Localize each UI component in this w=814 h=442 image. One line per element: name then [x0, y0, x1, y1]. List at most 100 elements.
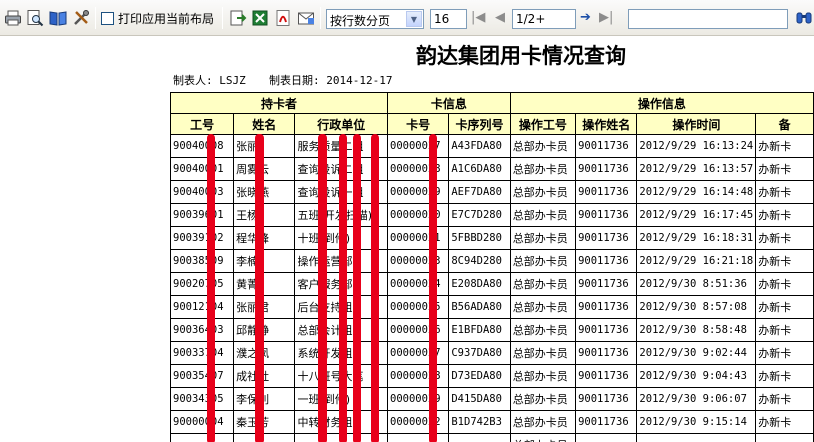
email-button[interactable]	[296, 8, 316, 28]
table-cell: 00000024	[387, 272, 450, 296]
table-cell: 办新卡	[755, 226, 814, 250]
print-layout-checkbox[interactable]	[101, 12, 114, 25]
table-cell: 2012/9/30 8:57:08	[636, 295, 757, 319]
table-cell: 总部办卡员	[509, 203, 577, 227]
table-cell	[387, 433, 450, 442]
table-cell: 90011736	[575, 341, 638, 365]
book-button[interactable]	[48, 8, 68, 28]
table-cell: 90040001	[169, 157, 235, 181]
report-title: 韵达集团用卡情况查询	[416, 44, 626, 68]
table-cell: 濮之凤	[233, 341, 296, 365]
table-cell: 90035407	[169, 364, 235, 388]
table-cell: 2012/9/29 16:13:24	[636, 134, 757, 158]
table-cell: 总部办卡员	[509, 410, 577, 434]
print-button[interactable]	[3, 8, 23, 28]
find-button[interactable]	[794, 8, 814, 28]
table-cell: E1BFDA80	[448, 318, 511, 342]
settings-button[interactable]	[71, 8, 91, 28]
table-cell: 90040003	[169, 180, 235, 204]
table-cell: E7C7D280	[448, 203, 511, 227]
table-cell: D73EDA80	[448, 364, 511, 388]
table-cell: 总部办卡员	[509, 433, 577, 442]
table-cell: 办新卡	[755, 203, 814, 227]
table-cell: 黄菁	[233, 272, 296, 296]
table-cell: B1D742B3	[448, 410, 511, 434]
col-operator-id: 操作工号	[509, 113, 577, 135]
table-row: 90012104张丽君后台支持组00000025B56ADA80总部办卡员900…	[169, 295, 814, 319]
rows-per-page-input[interactable]: 16	[430, 9, 467, 29]
excel-export-button[interactable]	[250, 8, 270, 28]
date-label: 制表日期:	[269, 74, 320, 87]
table-cell: 总部办卡员	[509, 341, 577, 365]
report-meta: 制表人: LSJZ 制表日期: 2014-12-17	[173, 72, 392, 88]
group-header-holder: 持卡者	[169, 92, 389, 114]
table-row: 90040001 周雾云 查询投诉二组 00000028 A1C6DA80 总部办卡员 90…	[169, 157, 814, 181]
paging-mode-select[interactable]: 按行数分页 ▼	[326, 9, 424, 29]
table-cell	[755, 433, 814, 442]
table-cell: 00000021	[387, 226, 450, 250]
table-cell: 办新卡	[755, 249, 814, 273]
table-cell: 成社社	[233, 364, 296, 388]
next-page-icon[interactable]: ➔	[580, 10, 591, 25]
table-cell: 周雾云	[233, 157, 296, 181]
last-page-icon[interactable]: ▶|	[599, 10, 613, 25]
table-cell	[169, 433, 235, 442]
table-cell: 2012/9/30 9:06:07	[636, 387, 757, 411]
table-cell: 2012/9/30 9:02:44	[636, 341, 757, 365]
table-cell: 2012/9/30 9:04:43	[636, 364, 757, 388]
print-preview-icon	[25, 8, 45, 28]
pdf-export-button[interactable]	[273, 8, 293, 28]
table-cell: 办新卡	[755, 410, 814, 434]
toolbar-separator	[95, 7, 96, 29]
table-cell: 张丽	[233, 134, 296, 158]
table-cell: 90011736	[575, 295, 638, 319]
table-cell: 李楠	[233, 249, 296, 273]
redaction-mark	[339, 134, 347, 442]
table-cell: 2012/9/29 16:21:18	[636, 249, 757, 273]
table-cell: 00000027	[387, 341, 450, 365]
table-cell: 90036403	[169, 318, 235, 342]
table-cell: 90000004	[169, 410, 235, 434]
table-cell: 2012/9/29 16:14:48	[636, 180, 757, 204]
table-cell	[575, 433, 638, 442]
table-cell: 办新卡	[755, 318, 814, 342]
table-cell: 办新卡	[755, 180, 814, 204]
table-cell: 00000020	[387, 203, 450, 227]
report-toolbar: 打印应用当前布局 按行数分页 ▼ 16 |◀ ◀ 1/2+ ➔ ▶|	[0, 0, 814, 36]
table-cell: 00000026	[387, 318, 450, 342]
table-cell: 办新卡	[755, 295, 814, 319]
table-cell: 2012/9/30 9:15:14	[636, 410, 757, 434]
table-cell	[636, 433, 757, 442]
table-cell: 00000028	[387, 364, 450, 388]
chevron-down-icon[interactable]: ▼	[406, 11, 422, 27]
prev-page-icon[interactable]: ◀	[495, 10, 505, 25]
table-cell: 90020705	[169, 272, 235, 296]
search-input[interactable]	[628, 9, 788, 29]
table-cell: 2012/9/30 8:58:48	[636, 318, 757, 342]
group-header-card: 卡信息	[387, 92, 511, 114]
date-value: 2014-12-17	[326, 74, 393, 87]
table-cell: 程华峰	[233, 226, 296, 250]
export-icon	[228, 8, 248, 28]
table-cell: 00000023	[387, 249, 450, 273]
col-remark: 备	[755, 113, 814, 135]
col-operation-time: 操作时间	[636, 113, 757, 135]
col-card-number: 卡号	[387, 113, 450, 135]
book-icon	[48, 8, 68, 28]
table-row: 90039601 王杨 五班(开发扫描) 00000020 E7C7D280 总部办卡员 9…	[169, 203, 814, 227]
table-cell: 90039102	[169, 226, 235, 250]
first-page-icon[interactable]: |◀	[471, 10, 485, 25]
tools-icon	[71, 8, 91, 28]
export-button[interactable]	[228, 8, 248, 28]
table-cell: 90011736	[575, 157, 638, 181]
table-cell: A43FDA80	[448, 134, 511, 158]
table-cell: D415DA80	[448, 387, 511, 411]
toolbar-separator	[222, 7, 223, 29]
print-preview-button[interactable]	[25, 8, 45, 28]
table-cell: 90011736	[575, 180, 638, 204]
table-cell: 办新卡	[755, 341, 814, 365]
group-header-operation: 操作信息	[509, 92, 814, 114]
page-indicator-input[interactable]: 1/2+	[512, 9, 576, 29]
table-cell: 办新卡	[755, 364, 814, 388]
table-cell: 8C94D280	[448, 249, 511, 273]
